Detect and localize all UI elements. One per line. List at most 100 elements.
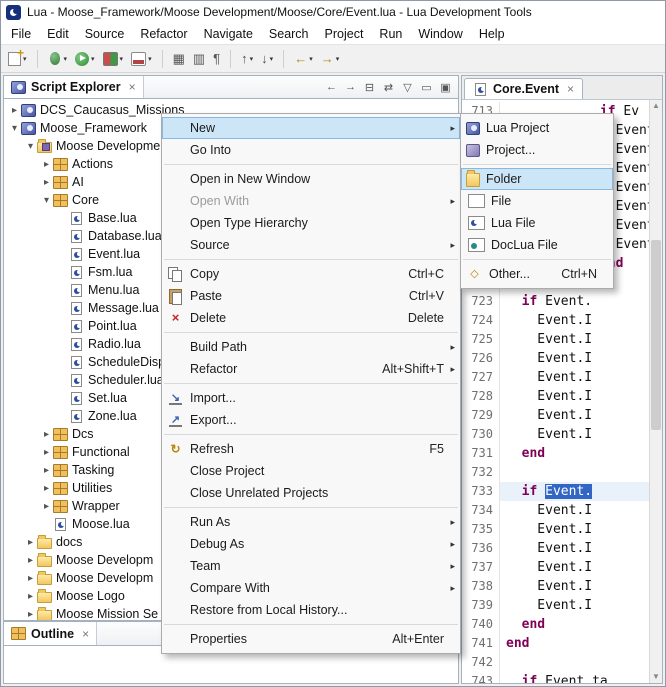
menu-item-label: DocLua File [491, 238, 597, 252]
editor-scrollbar[interactable]: ▲ ▼ [649, 100, 662, 683]
context-menu-item-open-in-new-window[interactable]: Open in New Window [162, 168, 460, 190]
new-submenu-item-file[interactable]: File [461, 190, 613, 212]
dropdown-arrow-icon[interactable]: ▾ [250, 55, 254, 63]
back-button[interactable]: ←▾ [291, 47, 316, 70]
context-menu-item-open-with[interactable]: Open With▸ [162, 190, 460, 212]
forward-button[interactable]: →▾ [318, 47, 343, 70]
collapsed-arrow-icon[interactable]: ▸ [40, 159, 53, 170]
menubar-item-navigate[interactable]: Navigate [196, 24, 261, 44]
back-button[interactable]: ← [323, 81, 340, 93]
context-menu-item-restore-from-local-history[interactable]: Restore from Local History... [162, 599, 460, 621]
close-icon[interactable]: × [129, 80, 136, 94]
context-menu-item-refactor[interactable]: RefactorAlt+Shift+T▸ [162, 358, 460, 380]
tab-outline[interactable]: Outline × [4, 622, 97, 645]
context-menu-item-build-path[interactable]: Build Path▸ [162, 336, 460, 358]
menubar-item-refactor[interactable]: Refactor [132, 24, 195, 44]
menubar-item-window[interactable]: Window [410, 24, 470, 44]
tab-script-explorer[interactable]: Script Explorer × [4, 76, 144, 98]
menubar-item-search[interactable]: Search [261, 24, 317, 44]
scroll-up-icon[interactable]: ▲ [650, 100, 662, 112]
collapsed-arrow-icon[interactable]: ▸ [24, 591, 37, 602]
context-menu-item-import[interactable]: ↘Import... [162, 387, 460, 409]
menu-item-label: Open in New Window [190, 172, 444, 186]
view-menu-button[interactable]: ▽ [399, 81, 416, 94]
tab-core-event[interactable]: Core.Event × [464, 78, 583, 99]
menubar-item-source[interactable]: Source [77, 24, 133, 44]
context-menu-item-paste[interactable]: PasteCtrl+V [162, 285, 460, 307]
context-menu-item-go-into[interactable]: Go Into [162, 139, 460, 161]
dropdown-arrow-icon[interactable]: ▾ [64, 55, 68, 63]
show-whitespace-button[interactable]: ¶ [210, 47, 223, 70]
collapsed-arrow-icon[interactable]: ▸ [24, 573, 37, 584]
debug-button[interactable]: ▾ [45, 47, 71, 70]
collapsed-arrow-icon[interactable]: ▸ [40, 429, 53, 440]
expanded-arrow-icon[interactable]: ▾ [40, 195, 53, 206]
dropdown-arrow-icon[interactable]: ▾ [148, 55, 152, 63]
context-menu-item-delete[interactable]: ×DeleteDelete [162, 307, 460, 329]
new-wizard-button[interactable]: ▾ [5, 47, 30, 70]
context-menu-item-new[interactable]: New▸ [162, 117, 460, 139]
collapsed-arrow-icon[interactable]: ▸ [40, 177, 53, 188]
menubar-item-file[interactable]: File [3, 24, 39, 44]
collapsed-arrow-icon[interactable]: ▸ [40, 501, 53, 512]
collapsed-arrow-icon[interactable]: ▸ [8, 105, 21, 116]
submenu-arrow-icon: ▸ [444, 342, 455, 353]
collapsed-arrow-icon[interactable]: ▸ [24, 609, 37, 620]
forward-button[interactable]: → [342, 81, 359, 93]
menubar-item-project[interactable]: Project [317, 24, 372, 44]
external-tools-button[interactable]: ▾ [128, 47, 155, 70]
context-menu-item-compare-with[interactable]: Compare With▸ [162, 577, 460, 599]
collapsed-arrow-icon[interactable]: ▸ [24, 555, 37, 566]
context-menu-item-run-as[interactable]: Run As▸ [162, 511, 460, 533]
dropdown-arrow-icon[interactable]: ▾ [309, 55, 313, 63]
close-icon[interactable]: × [567, 82, 574, 96]
coverage-button[interactable]: ▾ [100, 47, 127, 70]
context-menu-item-debug-as[interactable]: Debug As▸ [162, 533, 460, 555]
maximize-button[interactable]: ▣ [437, 81, 454, 94]
context-menu-item-properties[interactable]: PropertiesAlt+Enter [162, 628, 460, 650]
minimize-button[interactable]: ▭ [418, 81, 435, 94]
new-submenu-item-project[interactable]: Project... [461, 139, 613, 161]
next-annotation-button[interactable]: ↓▾ [258, 47, 276, 70]
previous-annotation-button[interactable]: ↑▾ [238, 47, 256, 70]
context-menu-item-open-type-hierarchy[interactable]: Open Type Hierarchy [162, 212, 460, 234]
dropdown-arrow-icon[interactable]: ▾ [336, 55, 340, 63]
collapsed-arrow-icon[interactable]: ▸ [40, 483, 53, 494]
show-source-table-button[interactable]: ▦ [170, 47, 188, 70]
scroll-down-icon[interactable]: ▼ [650, 671, 662, 683]
context-menu-item-refresh[interactable]: ↻RefreshF5 [162, 438, 460, 460]
run-button[interactable]: ▾ [72, 47, 98, 70]
collapsed-arrow-icon[interactable]: ▸ [24, 537, 37, 548]
collapsed-arrow-icon[interactable]: ▸ [40, 465, 53, 476]
menubar-item-help[interactable]: Help [471, 24, 513, 44]
menubar-item-edit[interactable]: Edit [39, 24, 77, 44]
new-submenu-item-lua-project[interactable]: Lua Project [461, 117, 613, 139]
dropdown-arrow-icon[interactable]: ▾ [120, 55, 124, 63]
new-submenu-item-folder[interactable]: Folder [461, 168, 613, 190]
context-menu-item-close-project[interactable]: Close Project [162, 460, 460, 482]
scrollbar-thumb[interactable] [651, 240, 661, 430]
script-explorer-header: Script Explorer × ←→⊟⇄▽▭▣ [3, 75, 459, 99]
context-menu-item-source[interactable]: Source▸ [162, 234, 460, 256]
close-icon[interactable]: × [82, 627, 89, 641]
link-with-editor-button[interactable]: ⇄ [380, 81, 397, 94]
expanded-arrow-icon[interactable]: ▾ [8, 123, 21, 134]
menubar-item-run[interactable]: Run [371, 24, 410, 44]
new-submenu-item-doclua-file[interactable]: DocLua File [461, 234, 613, 256]
menu-icon-spacer [167, 581, 184, 595]
collapsed-arrow-icon[interactable]: ▸ [40, 447, 53, 458]
new-submenu-item-lua-file[interactable]: Lua File [461, 212, 613, 234]
collapse-all-button[interactable]: ⊟ [361, 81, 378, 94]
expanded-arrow-icon[interactable]: ▾ [24, 141, 37, 152]
dropdown-arrow-icon[interactable]: ▾ [91, 55, 95, 63]
context-menu-item-close-unrelated-projects[interactable]: Close Unrelated Projects [162, 482, 460, 504]
show-execution-table-button[interactable]: ▥ [190, 47, 208, 70]
context-menu-item-export[interactable]: ↗Export... [162, 409, 460, 431]
context-menu-item-copy[interactable]: CopyCtrl+C [162, 263, 460, 285]
code-line: 734 Event.I [462, 501, 649, 520]
new-submenu-item-other[interactable]: ◇Other...Ctrl+N [461, 263, 613, 285]
context-menu-item-team[interactable]: Team▸ [162, 555, 460, 577]
dropdown-arrow-icon[interactable]: ▾ [270, 55, 274, 63]
tree-item-label: AI [72, 175, 84, 189]
line-number: 730 [462, 425, 500, 444]
